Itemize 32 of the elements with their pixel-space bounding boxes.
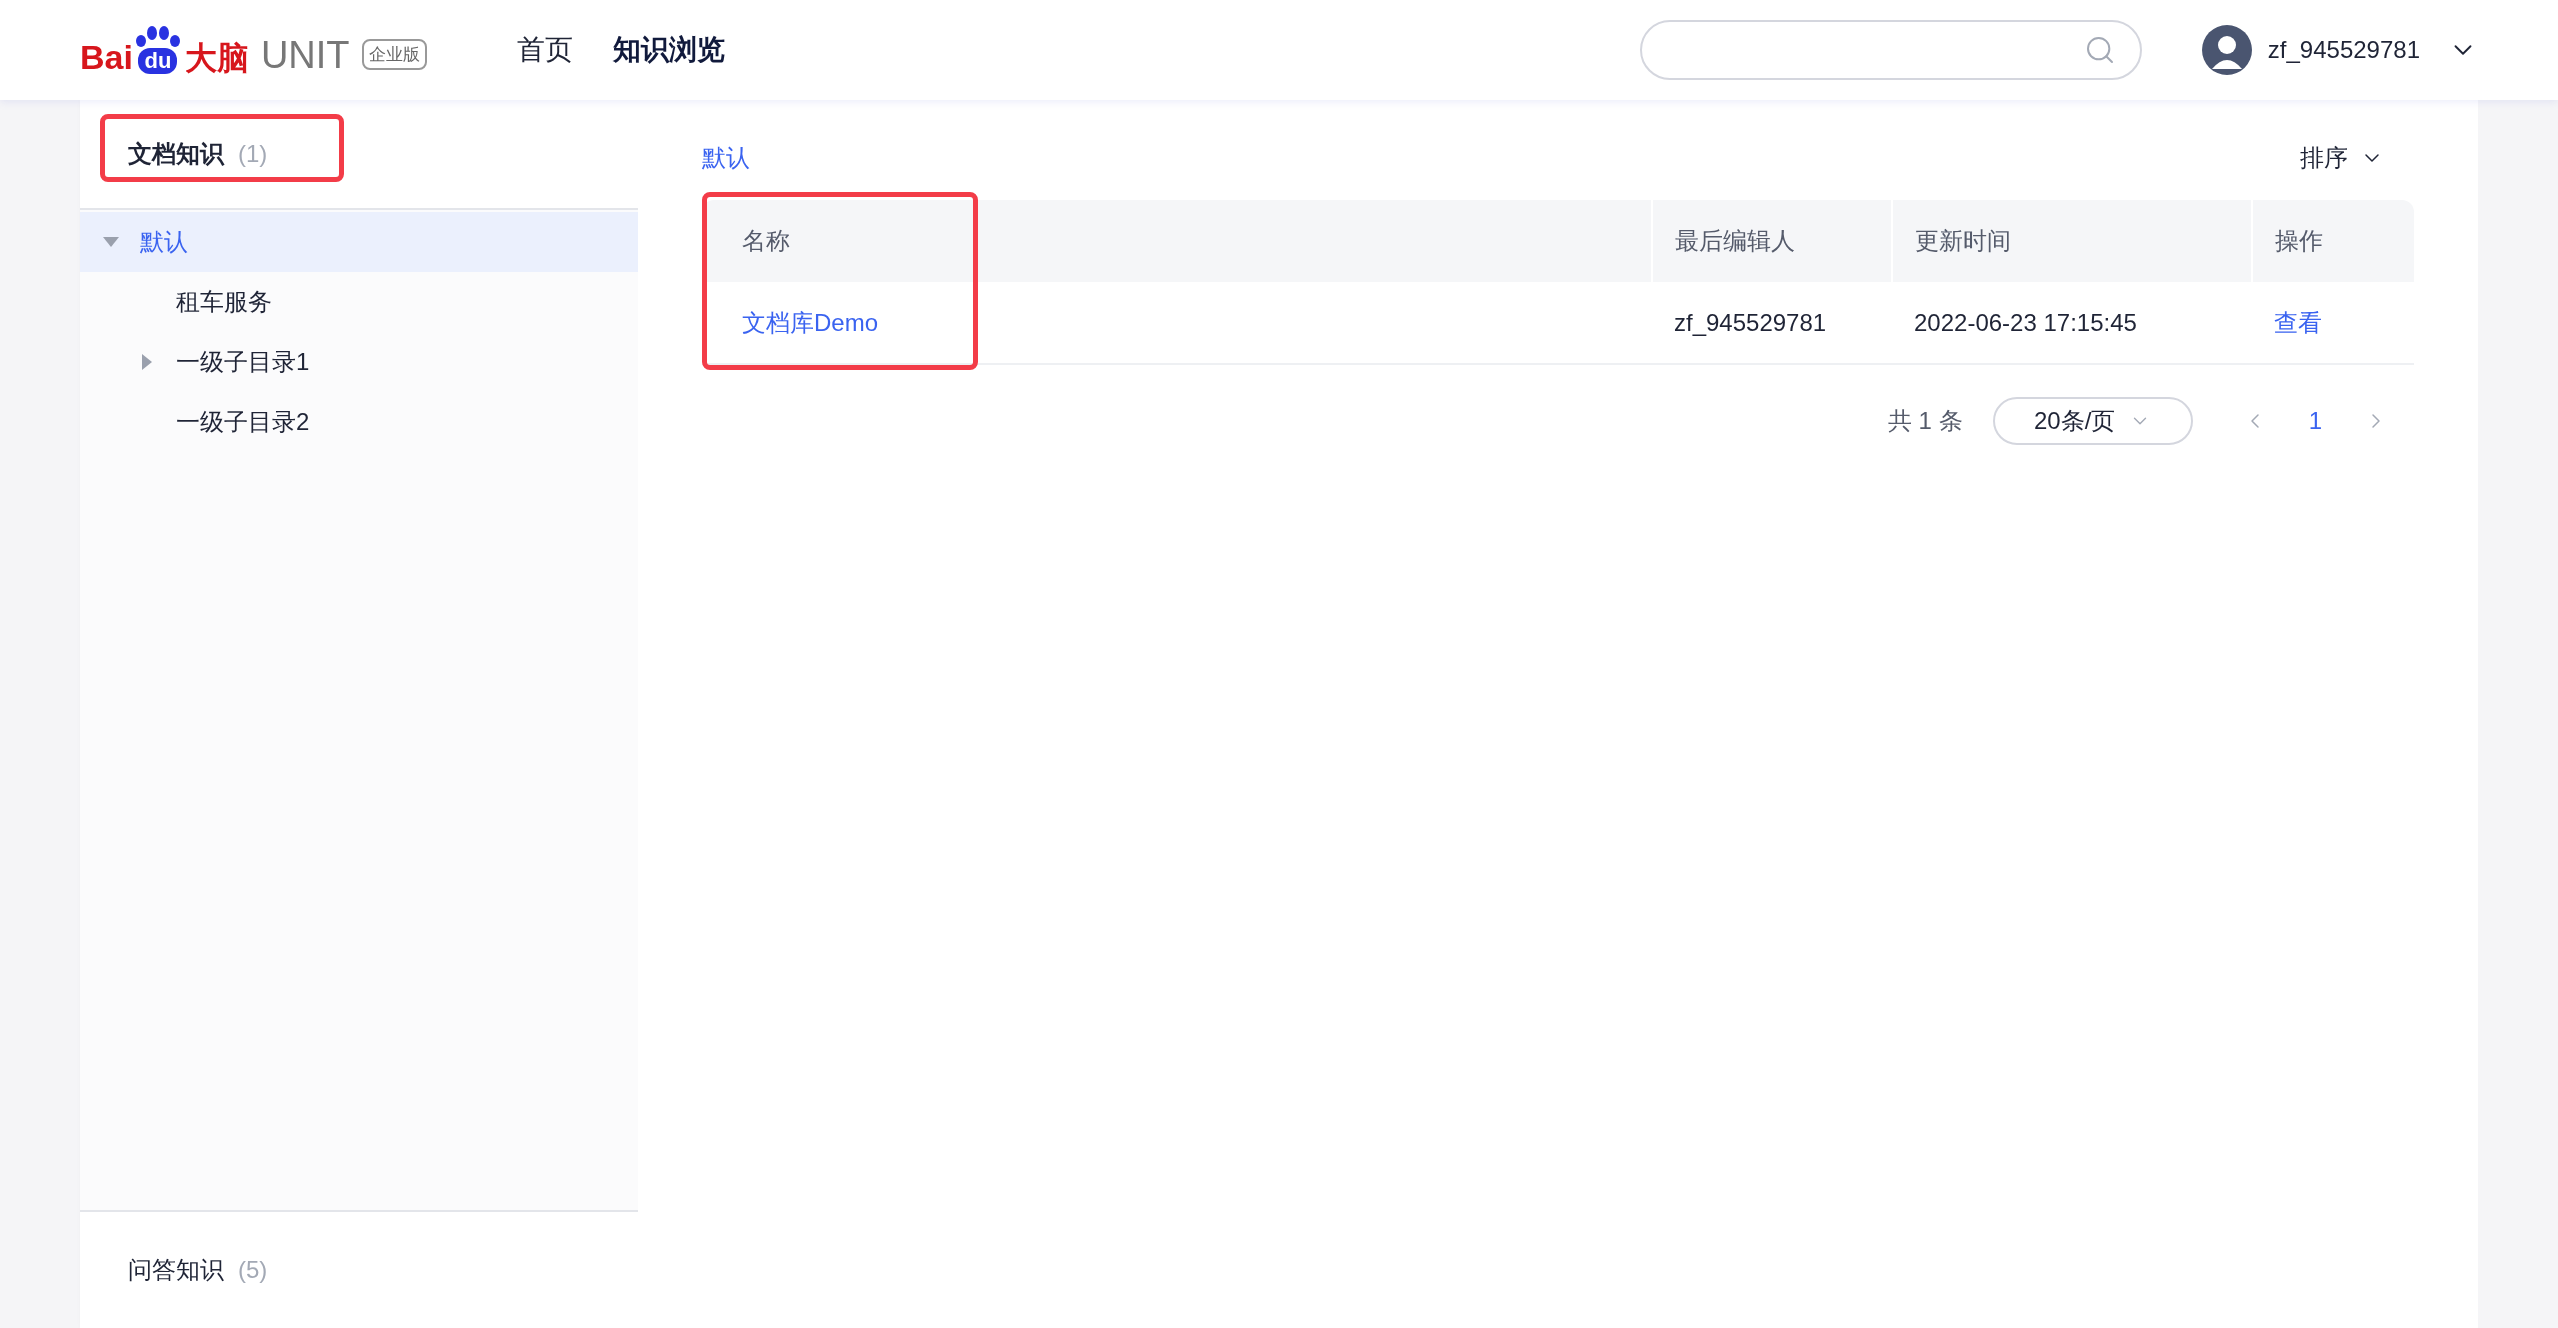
sort-button[interactable]: 排序 [2300, 140, 2384, 176]
nav-link[interactable]: 知识浏览 [612, 29, 725, 71]
table-cell: zf_945529781 [1652, 282, 1892, 364]
section-tab[interactable]: 文档知识 (1) [128, 136, 268, 172]
page-number[interactable]: 1 [2296, 403, 2334, 439]
tree-item[interactable]: 默认 [80, 212, 638, 272]
tree-item[interactable]: 一级子目录1 [80, 332, 638, 392]
edition-badge: 企业版 [361, 38, 427, 70]
page-size-select[interactable]: 20条/页 [1992, 397, 2193, 445]
user-name[interactable]: zf_945529781 [2267, 32, 2420, 68]
column-header: 更新时间 [1892, 200, 2252, 282]
total-count: 共 1 条 [1887, 406, 1963, 436]
column-header: 最后编辑人 [1652, 200, 1892, 282]
nav-link[interactable]: 首页 [516, 29, 573, 71]
search-field[interactable] [1639, 20, 2142, 80]
logo-text: du [138, 48, 178, 74]
column-header: 名称 [702, 200, 1652, 282]
tree-item[interactable]: 租车服务 [80, 272, 638, 332]
logo-text: 大脑 [184, 42, 249, 74]
column-header: 操作 [2252, 200, 2414, 282]
avatar-icon [2201, 25, 2252, 75]
caret-down-icon[interactable] [103, 237, 119, 247]
breadcrumb-link[interactable]: 默认 [702, 140, 750, 176]
product-name: UNIT [260, 36, 350, 74]
paw-icon [134, 26, 181, 48]
tree-item[interactable]: 一级子目录2 [80, 392, 638, 452]
logo-text: Bai [80, 40, 133, 74]
section-tab[interactable]: 问答知识 (5) [128, 1252, 268, 1288]
caret-right-icon[interactable] [142, 354, 152, 370]
document-link[interactable]: 文档库Demo [742, 308, 879, 336]
table-cell: 2022-06-23 17:15:45 [1892, 282, 2252, 364]
view-link[interactable]: 查看 [2274, 308, 2322, 336]
